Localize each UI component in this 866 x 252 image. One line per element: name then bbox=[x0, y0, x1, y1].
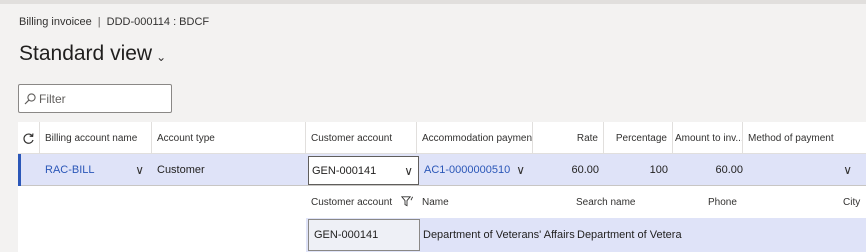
chevron-down-icon: ∨ bbox=[516, 163, 525, 177]
chevron-down-icon: ⌄ bbox=[156, 49, 167, 64]
data-grid: Billing account name Account type Custom… bbox=[18, 122, 866, 252]
lookup-column-search-name[interactable]: Search name bbox=[576, 186, 635, 218]
chevron-down-icon: ∨ bbox=[843, 163, 852, 177]
account-type-value: Customer bbox=[157, 164, 205, 176]
customer-account-input[interactable]: GEN-000141 ∨ bbox=[308, 156, 419, 185]
row-selected-indicator bbox=[18, 154, 21, 186]
customer-account-value: GEN-000141 bbox=[312, 164, 377, 177]
search-icon bbox=[24, 92, 36, 104]
lookup-search-name-value[interactable]: Department of Vetera bbox=[577, 218, 682, 252]
column-header-method-of-payment[interactable]: Method of payment bbox=[743, 122, 866, 154]
lookup-column-city[interactable]: City bbox=[843, 186, 860, 218]
billing-account-name-value: RAC-BILL bbox=[45, 164, 95, 176]
column-header-account-type[interactable]: Account type bbox=[152, 122, 306, 154]
breadcrumb-separator: | bbox=[97, 16, 101, 28]
customer-lookup-dropdown: Customer account Name Search name Phone … bbox=[306, 186, 866, 252]
filter-box[interactable] bbox=[18, 84, 172, 113]
column-header-customer-account[interactable]: Customer account bbox=[306, 122, 417, 154]
view-selector[interactable]: Standard view ⌄ bbox=[19, 42, 166, 66]
table-row[interactable]: RAC-BILL ∨ Customer GEN-000141 ∨ AC1-000… bbox=[18, 154, 866, 186]
breadcrumb-module: Billing invoicee bbox=[19, 16, 92, 28]
refresh-icon bbox=[23, 132, 34, 144]
column-header-percentage[interactable]: Percentage bbox=[604, 122, 673, 154]
chevron-down-icon[interactable]: ∨ bbox=[404, 164, 413, 178]
lookup-column-phone[interactable]: Phone bbox=[708, 186, 737, 218]
grid-header: Billing account name Account type Custom… bbox=[18, 122, 866, 154]
breadcrumb-record: DDD-000114 : BDCF bbox=[106, 16, 210, 28]
rate-value[interactable]: 60.00 bbox=[533, 154, 604, 186]
lookup-column-customer-account[interactable]: Customer account bbox=[311, 186, 392, 218]
lookup-header: Customer account Name Search name Phone … bbox=[306, 186, 866, 218]
lookup-customer-account-value[interactable]: GEN-000141 bbox=[308, 219, 420, 251]
filter-input[interactable] bbox=[39, 91, 159, 106]
chevron-down-icon: ∨ bbox=[135, 163, 144, 177]
top-bar bbox=[0, 0, 866, 4]
lookup-row[interactable]: GEN-000141 Department of Veterans' Affai… bbox=[306, 218, 866, 252]
lookup-name-value[interactable]: Department of Veterans' Affairs bbox=[423, 218, 575, 252]
amount-to-invoice-value[interactable]: 60.00 bbox=[673, 154, 743, 186]
page-title: Standard view bbox=[19, 42, 153, 65]
billing-account-name-dropdown[interactable]: RAC-BILL ∨ bbox=[40, 154, 152, 186]
lookup-column-name[interactable]: Name bbox=[422, 186, 449, 218]
refresh-button[interactable] bbox=[18, 122, 40, 154]
percentage-value[interactable]: 100 bbox=[604, 154, 673, 186]
column-header-billing-account-name[interactable]: Billing account name bbox=[40, 122, 152, 154]
method-of-payment-dropdown[interactable]: ∨ bbox=[743, 154, 866, 186]
column-header-accommodation-payment[interactable]: Accommodation payment... bbox=[417, 122, 533, 154]
accommodation-payment-dropdown[interactable]: AC1-0000000510 ∨ bbox=[419, 154, 533, 186]
accommodation-payment-value: AC1-0000000510 bbox=[424, 164, 511, 176]
breadcrumb: Billing invoicee | DDD-000114 : BDCF bbox=[19, 16, 209, 28]
column-header-rate[interactable]: Rate bbox=[533, 122, 604, 154]
filter-icon[interactable] bbox=[401, 196, 414, 207]
column-header-amount-to-invoice[interactable]: Amount to inv... bbox=[673, 122, 743, 154]
